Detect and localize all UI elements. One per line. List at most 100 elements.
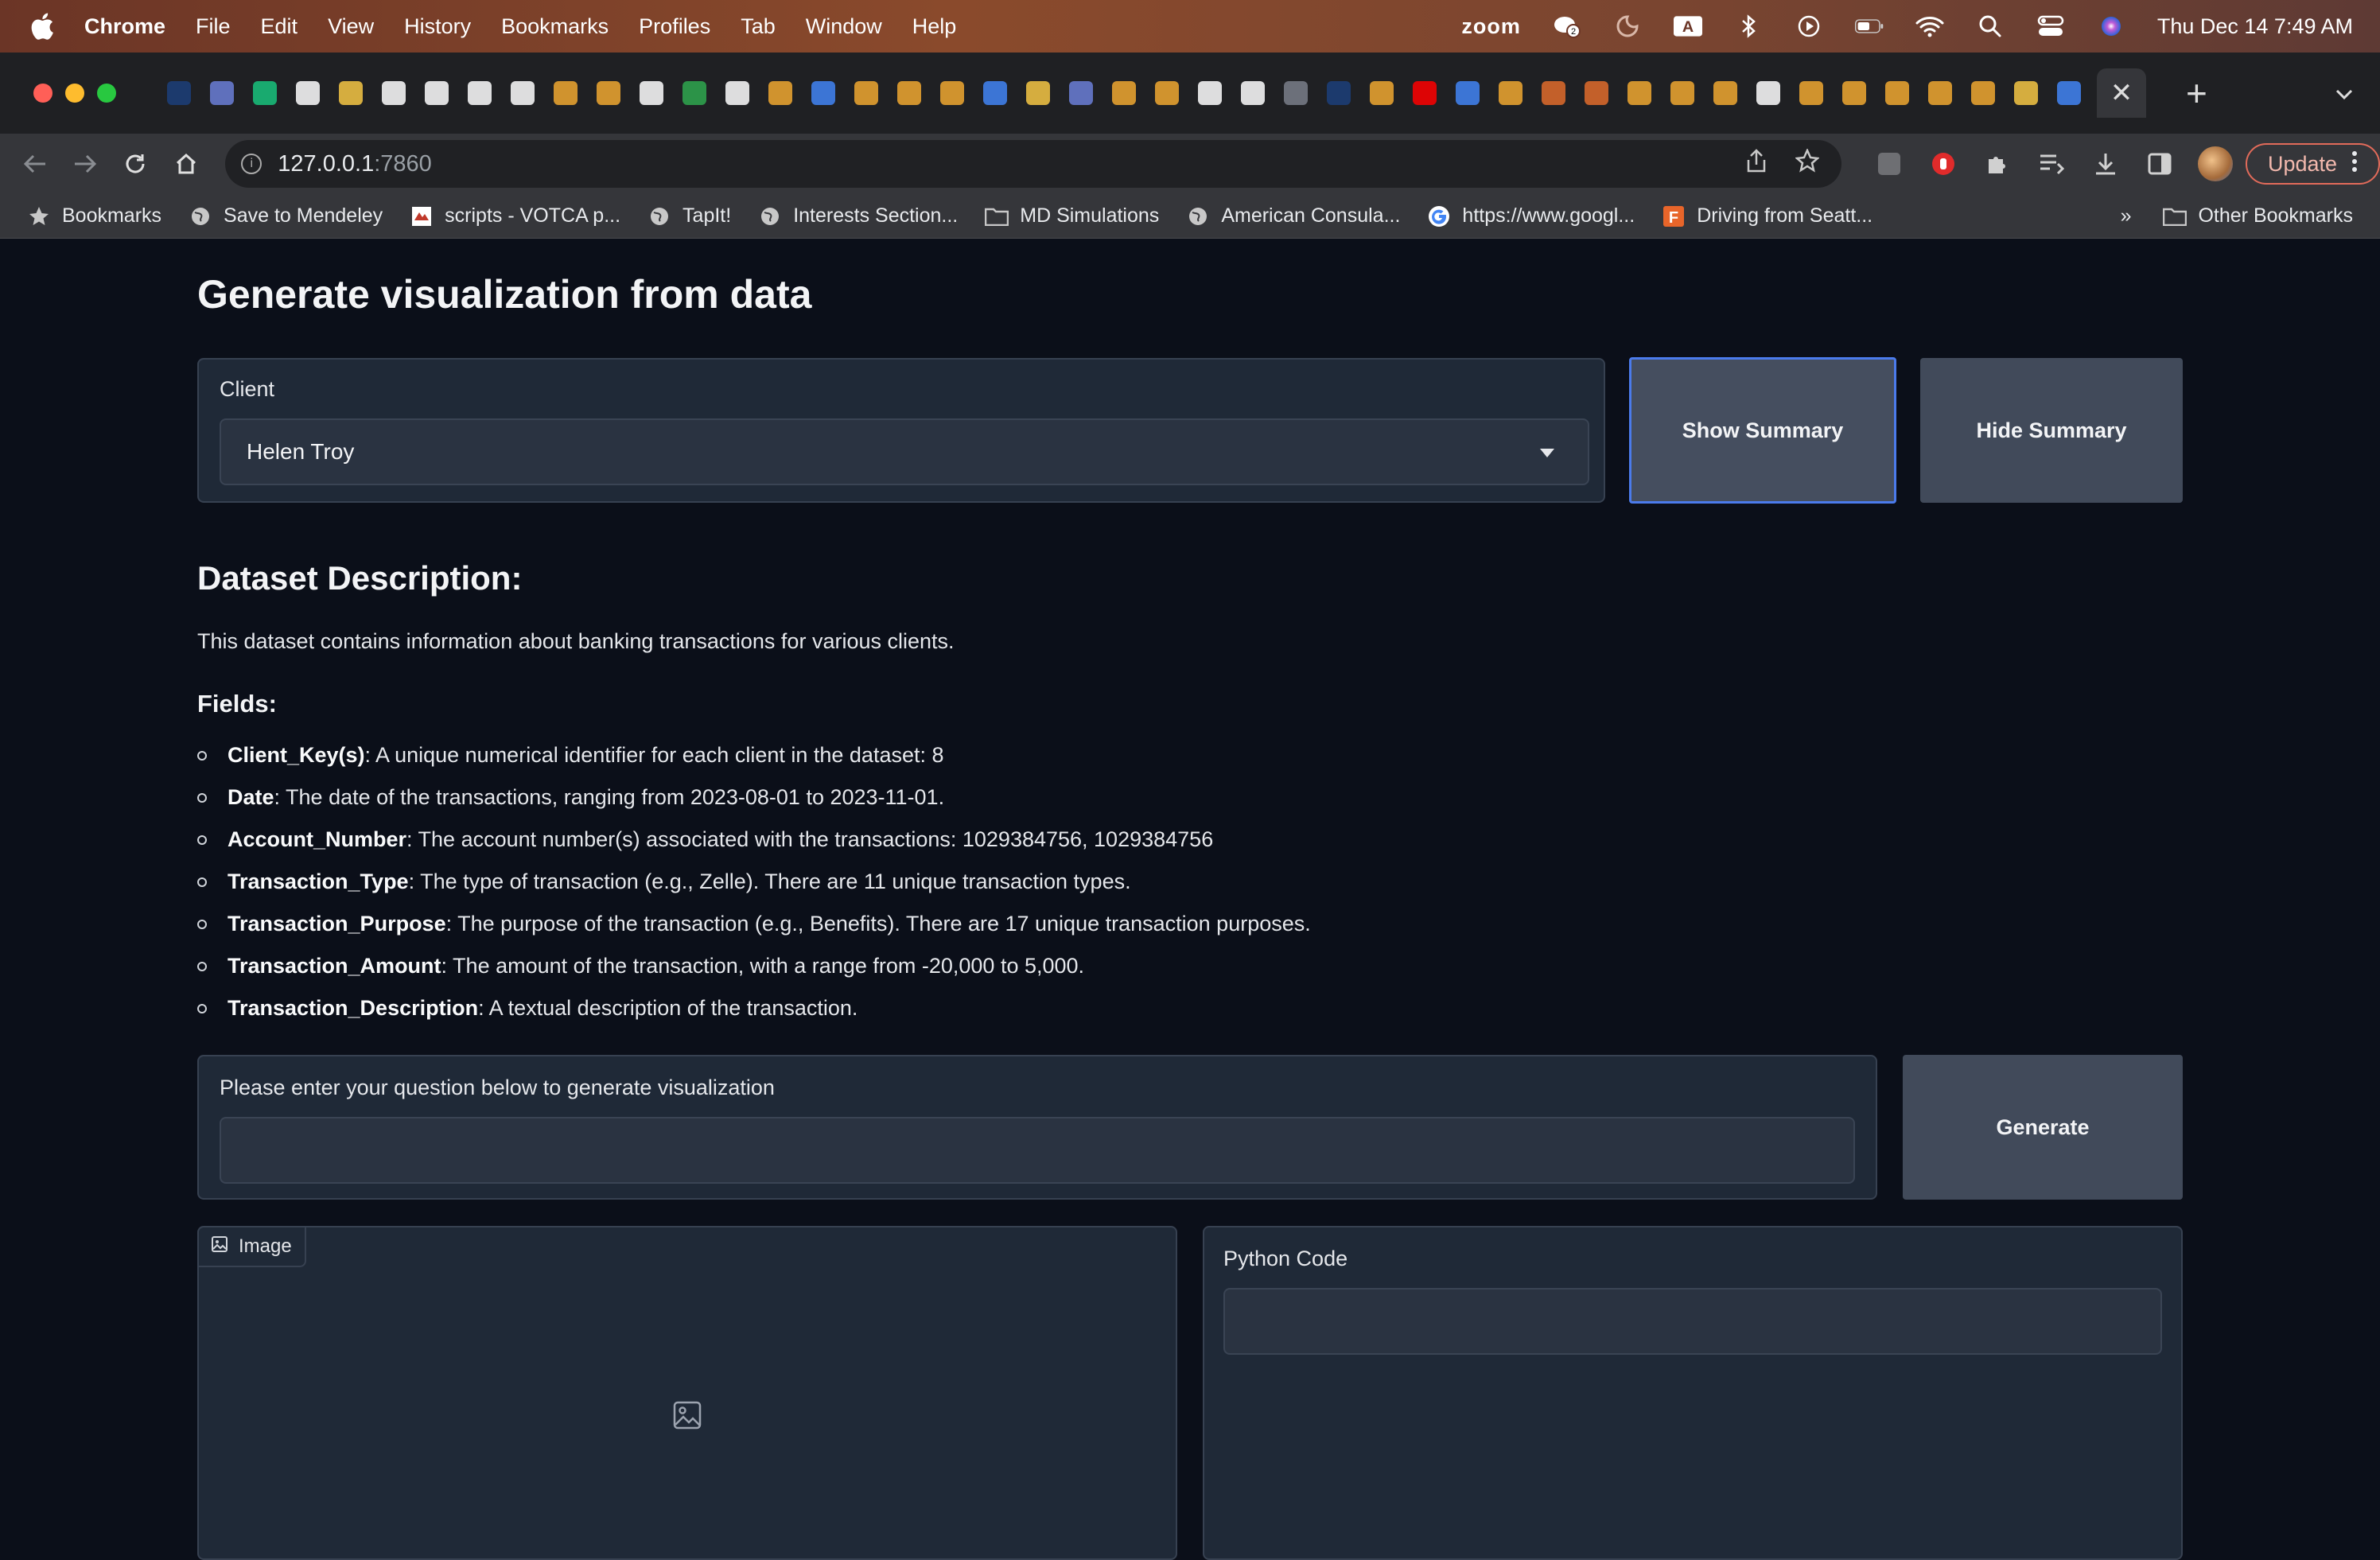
client-dropdown[interactable]: Helen Troy [220, 418, 1589, 485]
address-bar[interactable]: i 127.0.0.1:7860 [225, 140, 1841, 188]
active-tab-close-button[interactable]: ✕ [2097, 68, 2146, 118]
reading-list-icon[interactable] [2036, 148, 2067, 180]
pinned-tab-favicon[interactable] [1403, 72, 1446, 115]
extensions-puzzle-icon[interactable] [1981, 148, 2013, 180]
pinned-tab-favicon[interactable] [1188, 72, 1231, 115]
pinned-tab-favicon[interactable] [544, 72, 587, 115]
bluetooth-icon[interactable] [1734, 14, 1763, 38]
apple-menu-icon[interactable] [29, 10, 56, 42]
pinned-tab-favicon[interactable] [1017, 72, 1060, 115]
menu-tab[interactable]: Tab [741, 14, 776, 39]
pinned-tab-favicon[interactable] [329, 72, 372, 115]
tab-search-chevron-icon[interactable] [2335, 80, 2353, 106]
bookmark-all-bookmarks[interactable]: Bookmarks [27, 204, 161, 228]
pinned-tab-favicon[interactable] [1704, 72, 1747, 115]
pinned-tab-favicon[interactable] [158, 72, 200, 115]
pinned-tab-favicon[interactable] [286, 72, 329, 115]
pinned-tab-favicon[interactable] [1446, 72, 1489, 115]
menu-help[interactable]: Help [912, 14, 957, 39]
pinned-tab-favicon[interactable] [1790, 72, 1833, 115]
pinned-tab-favicon[interactable] [587, 72, 630, 115]
pinned-tab-favicon[interactable] [1360, 72, 1403, 115]
pinned-tab-favicon[interactable] [759, 72, 802, 115]
search-icon[interactable] [1976, 14, 2005, 38]
pinned-tab-favicon[interactable] [1833, 72, 1876, 115]
bookmark-star-icon[interactable] [1794, 147, 1820, 179]
more-bookmarks-chevron-icon[interactable]: » [2121, 204, 2132, 228]
pinned-tab-favicon[interactable] [1489, 72, 1532, 115]
pinned-tab-favicon[interactable] [1661, 72, 1704, 115]
bookmark-save-to-mendeley[interactable]: Save to Mendeley [189, 204, 383, 228]
zoom-icon[interactable]: zoom [1461, 14, 1521, 39]
new-tab-button[interactable]: + [2186, 72, 2207, 115]
bookmark-md-simulations[interactable]: MD Simulations [985, 204, 1159, 228]
update-button[interactable]: Update [2245, 143, 2380, 185]
menu-edit[interactable]: Edit [261, 14, 298, 39]
bookmark-driving-from-seattle[interactable]: F Driving from Seatt... [1662, 204, 1872, 228]
pinned-tab-favicon[interactable] [1274, 72, 1317, 115]
bookmark-american-consulate[interactable]: American Consula... [1186, 204, 1400, 228]
home-icon[interactable] [161, 138, 211, 189]
menu-app-name[interactable]: Chrome [84, 14, 165, 39]
pinned-tab-favicon[interactable] [630, 72, 673, 115]
bookmark-other-bookmarks[interactable]: Other Bookmarks [2163, 204, 2353, 228]
extension-adblock-icon[interactable] [1927, 148, 1959, 180]
play-icon[interactable] [1795, 14, 1823, 38]
pinned-tab-favicon[interactable] [1317, 72, 1360, 115]
bookmark-google[interactable]: https://www.googl... [1427, 204, 1635, 228]
menubar-datetime[interactable]: Thu Dec 14 7:49 AM [2157, 14, 2353, 39]
pinned-tab-favicon[interactable] [200, 72, 243, 115]
bookmark-interests-section[interactable]: Interests Section... [758, 204, 958, 228]
side-panel-icon[interactable] [2144, 148, 2176, 180]
back-arrow-icon[interactable] [10, 138, 60, 189]
pinned-tab-favicon[interactable] [888, 72, 931, 115]
pinned-tab-favicon[interactable] [1618, 72, 1661, 115]
menu-bookmarks[interactable]: Bookmarks [501, 14, 609, 39]
pinned-tab-favicon[interactable] [2048, 72, 2090, 115]
hide-summary-button[interactable]: Hide Summary [1920, 358, 2183, 503]
focus-icon[interactable] [1613, 14, 1642, 38]
generate-button[interactable]: Generate [1903, 1055, 2183, 1200]
pinned-tab-favicon[interactable] [1532, 72, 1575, 115]
battery-icon[interactable] [1854, 14, 1884, 38]
pinned-tab-favicon[interactable] [501, 72, 544, 115]
pinned-tab-favicon[interactable] [802, 72, 845, 115]
pinned-tab-favicon[interactable] [1747, 72, 1790, 115]
show-summary-button[interactable]: Show Summary [1629, 357, 1896, 504]
keyboard-a-icon[interactable]: A [1673, 14, 1702, 38]
pinned-tab-favicon[interactable] [372, 72, 415, 115]
pinned-tab-favicon[interactable] [1962, 72, 2005, 115]
menu-window[interactable]: Window [806, 14, 882, 39]
pinned-tab-favicon[interactable] [1060, 72, 1102, 115]
more-vertical-icon[interactable] [2351, 150, 2358, 178]
pinned-tab-favicon[interactable] [673, 72, 716, 115]
wifi-icon[interactable] [1915, 14, 1944, 38]
pinned-tab-favicon[interactable] [974, 72, 1017, 115]
bookmark-votca-scripts[interactable]: scripts - VOTCA p... [410, 204, 620, 228]
menu-history[interactable]: History [404, 14, 471, 39]
pinned-tab-favicon[interactable] [243, 72, 286, 115]
pinned-tab-favicon[interactable] [2005, 72, 2048, 115]
close-window-button[interactable] [33, 84, 52, 103]
minimize-window-button[interactable] [65, 84, 84, 103]
chat-notification-icon[interactable]: 2 [1553, 14, 1581, 38]
python-code-output[interactable] [1223, 1288, 2162, 1355]
siri-icon[interactable] [2097, 14, 2125, 38]
bookmark-tapit[interactable]: TapIt! [648, 204, 731, 228]
extension-translate-icon[interactable] [1873, 148, 1905, 180]
pinned-tab-favicon[interactable] [1919, 72, 1962, 115]
pinned-tab-favicon[interactable] [415, 72, 458, 115]
pinned-tab-favicon[interactable] [931, 72, 974, 115]
profile-avatar[interactable] [2197, 146, 2233, 181]
maximize-window-button[interactable] [97, 84, 116, 103]
pinned-tab-favicon[interactable] [1575, 72, 1618, 115]
pinned-tab-favicon[interactable] [845, 72, 888, 115]
pinned-tab-favicon[interactable] [1145, 72, 1188, 115]
forward-arrow-icon[interactable] [60, 138, 110, 189]
menu-file[interactable]: File [196, 14, 231, 39]
pinned-tab-favicon[interactable] [716, 72, 759, 115]
menu-profiles[interactable]: Profiles [639, 14, 710, 39]
pinned-tab-favicon[interactable] [1231, 72, 1274, 115]
pinned-tab-favicon[interactable] [458, 72, 501, 115]
control-center-icon[interactable] [2036, 14, 2065, 38]
